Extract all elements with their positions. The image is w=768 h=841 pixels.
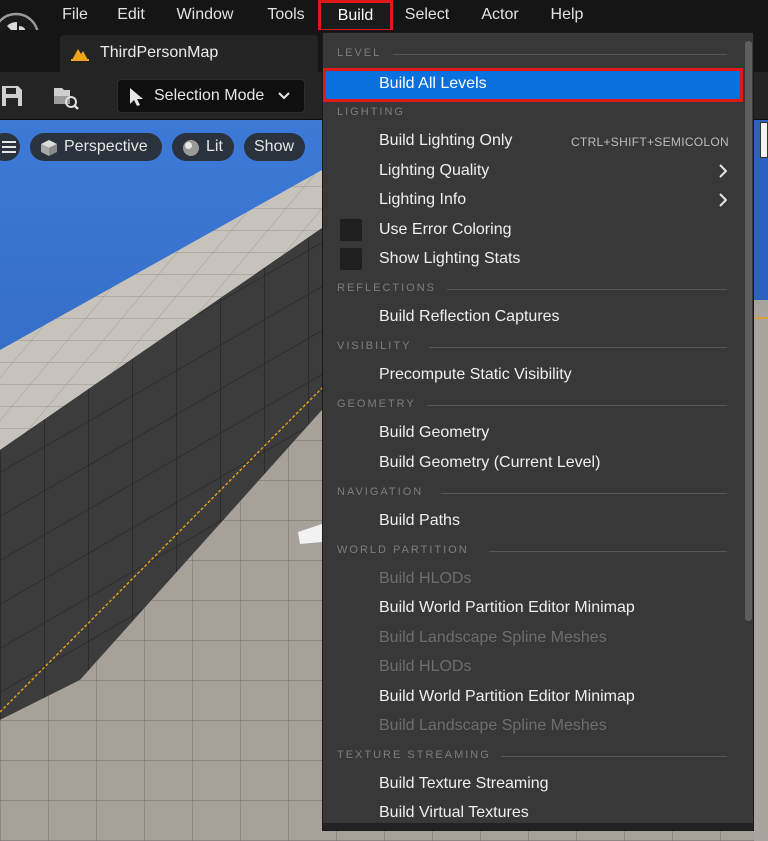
menu-tools[interactable]: Tools [257,0,315,30]
selection-mode-dropdown[interactable]: Selection Mode [117,79,305,113]
lighting-info-label: Lighting Info [379,191,467,208]
menu-help[interactable]: Help [541,0,593,30]
show-lighting-stats-label: Show Lighting Stats [379,250,521,267]
cube-icon [41,140,57,156]
menu-window[interactable]: Window [166,0,244,30]
perspective-label: Perspective [64,138,148,155]
build-texture-streaming-item[interactable]: Build Texture Streaming [323,770,753,799]
hamburger-icon [2,141,16,153]
selection-mode-label: Selection Mode [154,87,265,104]
build-reflection-captures-label: Build Reflection Captures [379,308,560,325]
level-tab[interactable]: ThirdPersonMap [60,35,318,72]
build-geometry-current-level-label: Build Geometry (Current Level) [379,454,601,471]
lighting-quality-label: Lighting Quality [379,162,490,179]
perspective-button[interactable]: Perspective [30,133,162,161]
build-menu-dropdown: LEVEL Build All Levels LIGHTING Build Li… [322,32,754,831]
section-level: LEVEL [337,47,382,59]
build-hlods-item: Build HLODs [323,653,753,682]
build-wp-minimap-item[interactable]: Build World Partition Editor Minimap [323,683,753,712]
build-hlods-label: Build HLODs [379,658,472,675]
build-landscape-spline-meshes-label: Build Landscape Spline Meshes [379,629,607,646]
menu-actor[interactable]: Actor [472,0,528,30]
build-geometry-item[interactable]: Build Geometry [323,419,753,448]
build-hlods-label: Build HLODs [379,570,472,587]
menu-file[interactable]: File [54,0,96,30]
menu-bottom-edge [323,823,753,830]
build-paths-item[interactable]: Build Paths [323,507,753,536]
build-reflection-captures-item[interactable]: Build Reflection Captures [323,303,753,332]
chevron-right-icon [719,193,727,207]
section-divider [429,347,727,348]
use-error-coloring-label: Use Error Coloring [379,221,512,238]
save-icon[interactable] [0,84,24,108]
show-button[interactable]: Show [244,133,305,161]
section-reflections: REFLECTIONS [337,282,437,294]
build-landscape-spline-meshes-item: Build Landscape Spline Meshes [323,624,753,653]
menu-edit[interactable]: Edit [109,0,153,30]
content-browser-icon[interactable] [52,84,80,110]
section-world-partition: WORLD PARTITION [337,544,469,556]
lit-label: Lit [206,138,223,155]
section-divider [489,551,727,552]
build-geometry-label: Build Geometry [379,424,490,441]
menu-scrollbar[interactable] [745,41,752,621]
section-divider [501,756,727,757]
level-map-icon [71,49,89,61]
lit-button[interactable]: Lit [172,133,234,161]
lighting-info-item[interactable]: Lighting Info [323,186,753,215]
build-hlods-item: Build HLODs [323,565,753,594]
menu-build[interactable]: Build [318,0,393,32]
show-lighting-stats-checkbox[interactable] [340,248,362,270]
use-error-coloring-checkbox[interactable] [340,219,362,241]
build-lighting-only-item[interactable]: Build Lighting Only CTRL+SHIFT+SEMICOLON [323,127,753,156]
build-lighting-shortcut: CTRL+SHIFT+SEMICOLON [570,135,729,149]
build-paths-label: Build Paths [379,512,460,529]
section-divider [393,54,727,55]
chevron-down-icon [278,92,290,100]
main-menu-bar: File Edit Window Tools Build Select Acto… [0,0,768,60]
section-navigation: NAVIGATION [337,486,424,498]
section-divider [441,493,727,494]
build-landscape-spline-meshes-label: Build Landscape Spline Meshes [379,717,607,734]
section-texture-streaming: TEXTURE STREAMING [337,749,491,761]
build-wp-minimap-item[interactable]: Build World Partition Editor Minimap [323,594,753,623]
section-lighting: LIGHTING [337,106,405,118]
cursor-icon [130,88,143,106]
build-geometry-current-level-item[interactable]: Build Geometry (Current Level) [323,449,753,478]
build-virtual-textures-label: Build Virtual Textures [379,804,529,821]
details-panel-edge [760,122,768,158]
section-divider [427,405,727,406]
level-tab-label: ThirdPersonMap [100,44,219,61]
menu-select[interactable]: Select [396,0,458,30]
build-landscape-spline-meshes-item: Build Landscape Spline Meshes [323,712,753,741]
build-wp-minimap-label: Build World Partition Editor Minimap [379,688,635,705]
build-lighting-only-label: Build Lighting Only [379,132,513,149]
build-texture-streaming-label: Build Texture Streaming [379,775,549,792]
show-lighting-stats-item[interactable]: Show Lighting Stats [323,245,753,274]
precompute-static-visibility-item[interactable]: Precompute Static Visibility [323,361,753,390]
precompute-static-visibility-label: Precompute Static Visibility [379,366,572,383]
chevron-right-icon [719,164,727,178]
build-wp-minimap-label: Build World Partition Editor Minimap [379,599,635,616]
build-all-levels-label: Build All Levels [379,75,487,92]
build-all-levels-item[interactable]: Build All Levels [323,68,743,102]
section-visibility: VISIBILITY [337,340,412,352]
lit-sphere-icon [183,140,199,156]
section-divider [447,289,727,290]
section-geometry: GEOMETRY [337,398,416,410]
lighting-quality-item[interactable]: Lighting Quality [323,157,753,186]
use-error-coloring-item[interactable]: Use Error Coloring [323,216,753,245]
show-label: Show [254,138,295,155]
